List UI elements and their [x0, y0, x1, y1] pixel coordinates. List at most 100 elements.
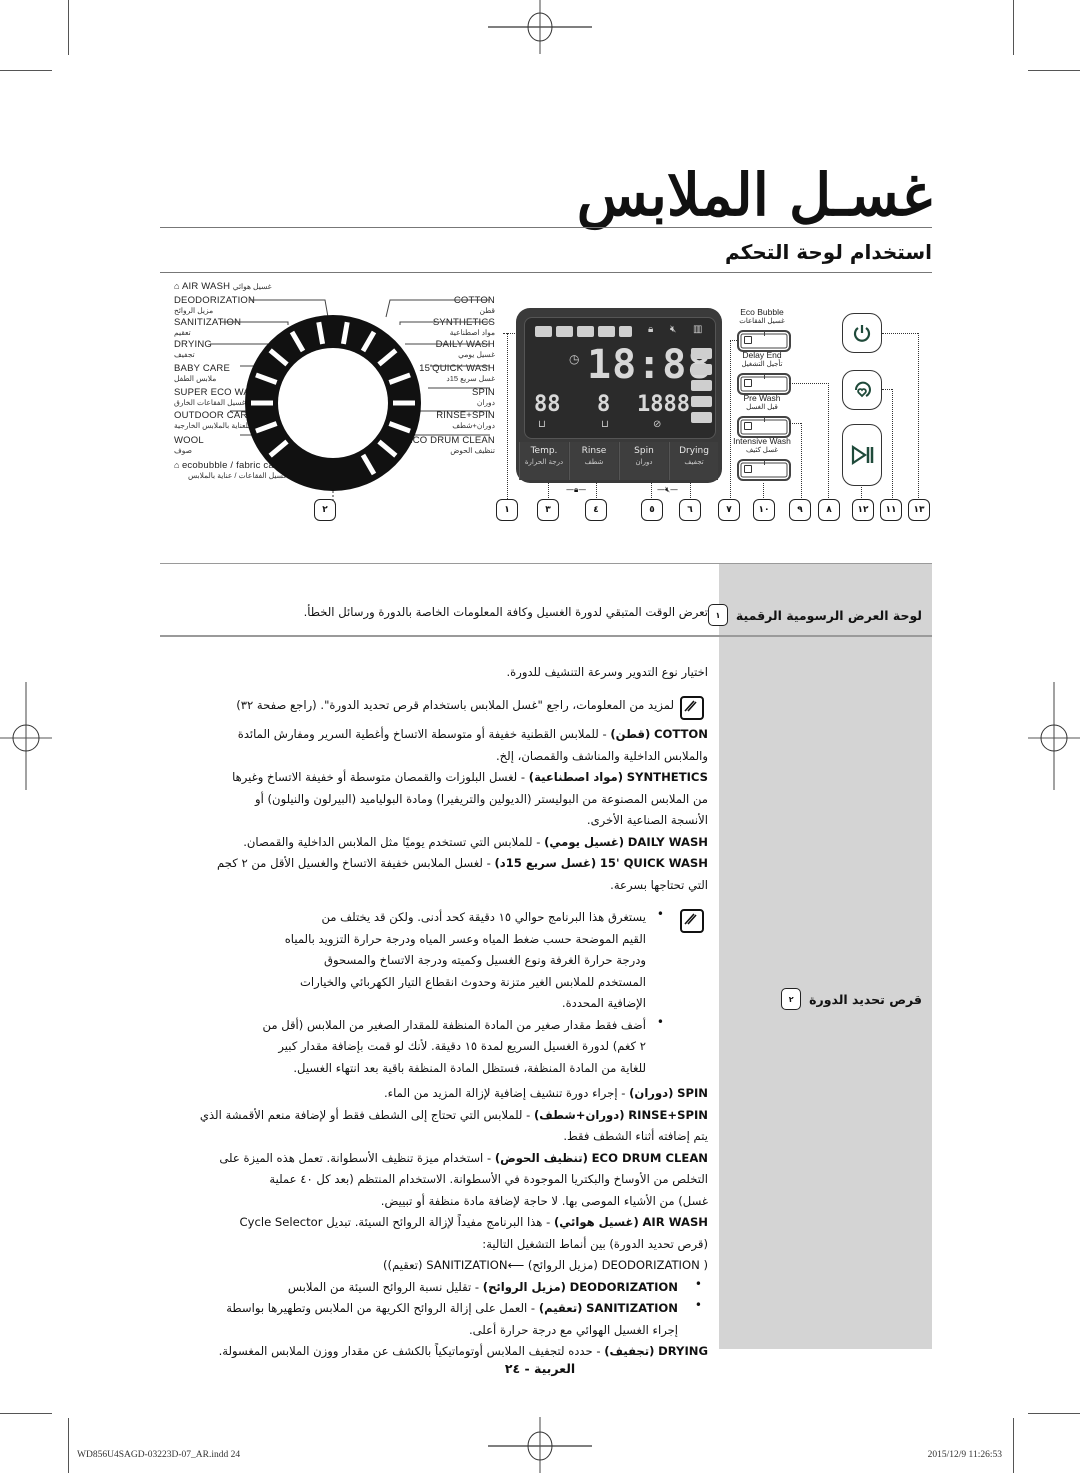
- dry-level-icon: [691, 412, 712, 423]
- bullet-icon: •: [656, 907, 664, 921]
- program-description: 15' QUICK WASH (غسل سريع 15د) - لغسل الم…: [217, 856, 708, 870]
- display-panel: 🔒︎ 🔇︎ ▥ ◷ 18:88 88 8 1888 ⊔ ⊔ ⊘ Temp. درج…: [516, 308, 722, 483]
- dial-connector-line: [250, 299, 329, 318]
- drying-button[interactable]: Drying تجفيف: [669, 442, 718, 480]
- child-lock-icon: —🔒︎—: [566, 485, 587, 494]
- program-description: يتم إضافته أثناء الشطف فقط.: [563, 1129, 708, 1143]
- smart-care-heart-icon: [854, 381, 871, 398]
- program-description: DEODORIZATION (مزيل الروائح) - تقليل نسب…: [287, 1279, 678, 1294]
- crop-mark: [1013, 1418, 1014, 1473]
- registration-mark-right: [1028, 682, 1080, 790]
- bullet-icon: •: [656, 1014, 664, 1029]
- crop-mark: [1013, 0, 1014, 55]
- section-divider: [160, 272, 932, 273]
- program-description: DAILY WASH (غسيل يومي) - للملابس التي تس…: [243, 834, 708, 849]
- program-description: SYNTHETICS (مواد اصطناعية) - لغسل البلوز…: [232, 770, 708, 784]
- row-number-badge: ٢: [781, 988, 802, 1010]
- note-line: للغاية من المادة المنظفة، فستظل المادة ا…: [293, 1060, 646, 1075]
- option-label: Pre Wash قبل الغسل: [743, 393, 781, 412]
- drum-clean-icon: ▥: [693, 324, 703, 335]
- button-divider: [764, 461, 765, 465]
- program-key-arabic: (مزيل الروائح): [482, 1279, 566, 1294]
- button-divider: [764, 375, 765, 379]
- rinse-button[interactable]: Rinse شطف: [569, 442, 618, 480]
- program-description: AIR WASH (غسيل هوائي) - هذا البرنامج مفي…: [239, 1215, 708, 1229]
- temp-button[interactable]: Temp. درجة الحرارة: [519, 442, 568, 480]
- smart-care-button[interactable]: [842, 370, 882, 410]
- dry-level-icon: [691, 364, 712, 375]
- program-description: ( DEODORIZATION (مزيل الروائح) ⟵SANITIZA…: [383, 1258, 708, 1272]
- program-description: إجراء الغسيل الهوائي مع درجة حرارة أعلى.: [468, 1322, 678, 1337]
- program-key-arabic: (دوران+شطف): [534, 1107, 625, 1122]
- spin-status-icon: [598, 326, 615, 337]
- callout-number: ٩: [789, 499, 811, 521]
- program-description: DRYING (تجفيف) - حدده لتجفيف الملابس أوت…: [218, 1344, 708, 1358]
- callout-number: ٧: [718, 499, 740, 521]
- crop-mark: [68, 1418, 69, 1473]
- page-title: غسـل الملابس: [576, 161, 932, 229]
- program-key-arabic: (تجفيف): [604, 1344, 655, 1358]
- spin-icon: ⊘: [653, 419, 662, 430]
- option-label: Eco Bubble غسيل الفقاعات: [739, 307, 785, 326]
- bullet-icon: •: [694, 1298, 702, 1312]
- callout-number: ٦: [679, 499, 701, 521]
- power-button[interactable]: [842, 313, 882, 353]
- start-pause-button[interactable]: [842, 424, 882, 486]
- program-key: SYNTHETICS: [626, 770, 708, 784]
- note-line: ٢ كغم) لدورة الغسيل السريع لمدة ١٥ دقيقة…: [278, 1039, 646, 1053]
- program-description: غسل) من الأشياء الموصى بها. لا حاجة لإضا…: [380, 1193, 708, 1208]
- crop-mark: [1028, 1413, 1080, 1414]
- rinse-icon: ⊔: [601, 419, 609, 430]
- row-2-title: ٢ قرص تحديد الدورة: [781, 988, 922, 1010]
- program-description: SPIN (دوران) - إجراء دورة تنشيف إضافية ل…: [383, 1086, 708, 1100]
- rinse-display: 8: [597, 392, 611, 417]
- pre-wash-button[interactable]: [737, 416, 791, 438]
- dry-level-icon: [691, 396, 712, 407]
- row-number-badge: ١: [707, 604, 728, 626]
- program-description: التخلص من الأوساخ والبكتريا الموجودة في …: [269, 1172, 708, 1186]
- note-text: لمزيد من المعلومات، راجع "غسل الملابس با…: [236, 698, 674, 712]
- registration-mark-bottom: [488, 1417, 592, 1473]
- callout-number: ١: [496, 499, 518, 521]
- wash-status-icon: [556, 326, 573, 337]
- button-divider: [764, 418, 765, 422]
- program-key: SPIN: [677, 1086, 708, 1100]
- crop-mark: [68, 0, 69, 55]
- intensive-wash-button[interactable]: [737, 459, 791, 481]
- note-line: المستخدم للملابس الغير متزنة وحدوث انقطا…: [300, 974, 646, 989]
- crop-mark: [1028, 70, 1080, 71]
- digital-display: 🔒︎ 🔇︎ ▥ ◷ 18:88 88 8 1888 ⊔ ⊔ ⊘: [524, 317, 716, 439]
- child-lock-icon: 🔒︎: [648, 324, 654, 335]
- delay-end-button[interactable]: [737, 373, 791, 395]
- dry-level-icon: [691, 348, 712, 359]
- indicator-led-icon: [744, 336, 752, 344]
- callout-number: ١٠: [753, 499, 775, 521]
- callout-number: ٤: [585, 499, 607, 521]
- cycle-selector-dial[interactable]: [170, 275, 510, 515]
- program-key-arabic: (قطن): [610, 727, 651, 741]
- program-key-arabic: (غسيل يومي): [544, 834, 625, 849]
- rinse-status-icon: [577, 326, 594, 337]
- title-divider: [160, 227, 932, 228]
- spin-display: 1888: [637, 392, 690, 417]
- program-description: من الملابس المصنوعة من البوليستر (الديول…: [255, 791, 708, 806]
- program-key: AIR WASH: [642, 1215, 708, 1229]
- callout-number: ١٢: [852, 499, 874, 521]
- program-key: SANITIZATION: [586, 1301, 678, 1315]
- clock-icon: ◷: [569, 352, 580, 366]
- bullet-icon: •: [694, 1276, 702, 1291]
- program-key: DRYING: [658, 1344, 708, 1358]
- registration-mark-top: [488, 0, 592, 54]
- drying-status-icon: [619, 326, 632, 337]
- callout-number: ١٣: [908, 499, 930, 521]
- note-line: القيم الموضحة حسب ضغط المياه وعسر المياه…: [284, 931, 646, 946]
- button-divider: [764, 332, 765, 336]
- callout-number: ٢: [314, 499, 336, 521]
- spin-button[interactable]: Spin دوران: [619, 442, 668, 480]
- eco-bubble-button[interactable]: [737, 330, 791, 352]
- program-description: RINSE+SPIN (دوران+شطف) - للملابس التي تح…: [199, 1107, 708, 1122]
- note-line: أضف فقط مقدار صغير من المادة المنظفة للم…: [262, 1017, 646, 1032]
- sound-off-icon: —🔇︎—: [657, 485, 679, 494]
- option-label: Intensive Wash غسل كثيف: [733, 436, 791, 455]
- footer-filename: WD856U4SAGD-03223D-07_AR.indd 24: [77, 1450, 241, 1460]
